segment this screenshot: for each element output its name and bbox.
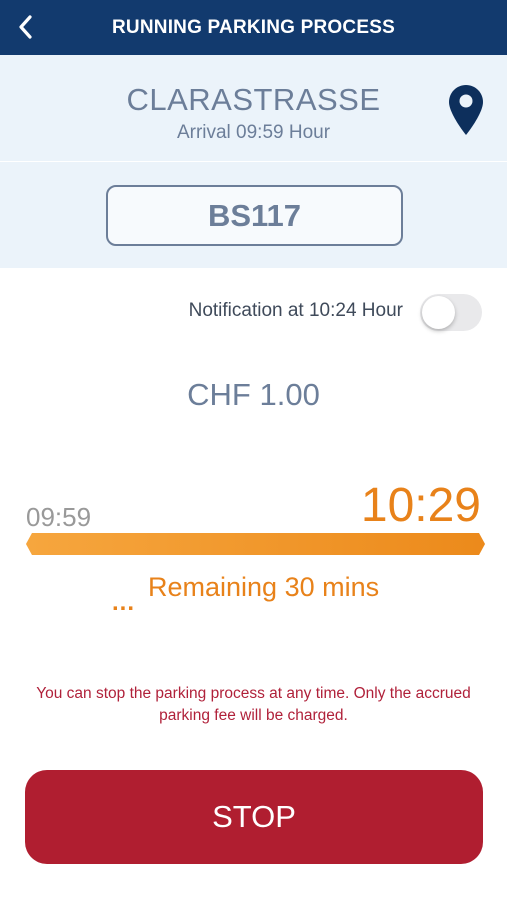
stop-info-message: You can stop the parking process at any …	[36, 685, 471, 724]
time-progress-bar	[26, 533, 485, 555]
notification-toggle[interactable]	[420, 294, 482, 331]
vehicle-panel: BS117	[0, 162, 507, 268]
stop-button[interactable]: STOP	[25, 770, 483, 864]
arrival-time: Arrival 09:59 Hour	[176, 122, 331, 143]
remaining-time: Remaining 30 mins	[148, 572, 380, 602]
time-progress-fill	[26, 533, 485, 555]
start-time: 09:59	[26, 502, 92, 532]
location-panel: CLARASTRASSE Arrival 09:59 Hour	[0, 55, 507, 161]
street-name: CLARASTRASSE	[126, 82, 381, 117]
toggle-knob	[422, 296, 455, 329]
page-title: RUNNING PARKING PROCESS	[112, 17, 395, 38]
map-pin-icon[interactable]	[448, 84, 484, 136]
license-plate[interactable]: BS117	[106, 185, 403, 246]
top-navigation-bar: RUNNING PARKING PROCESS	[0, 0, 507, 55]
end-time: 10:29	[360, 479, 481, 532]
parking-fee: CHF 1.00	[187, 377, 320, 412]
remaining-dots: ...	[112, 589, 136, 616]
notification-label: Notification at 10:24 Hour	[188, 300, 403, 321]
